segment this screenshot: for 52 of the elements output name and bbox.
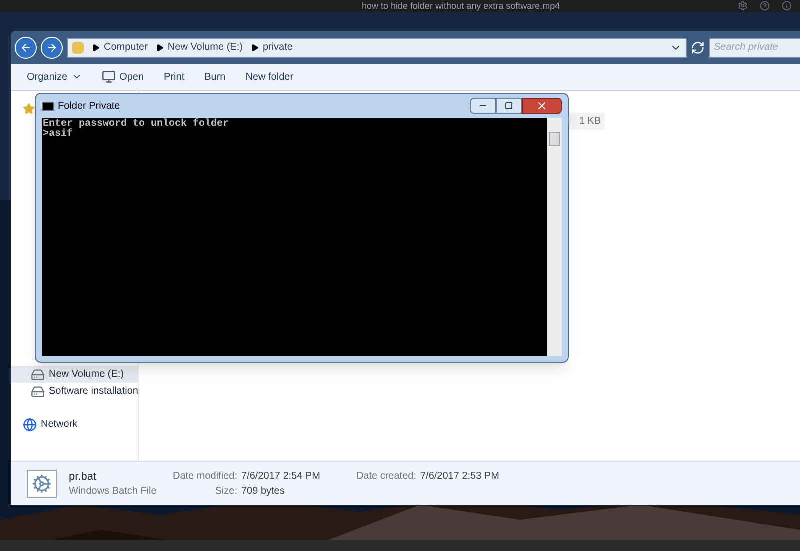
back-button[interactable] <box>15 36 37 58</box>
batch-file-icon <box>27 470 57 498</box>
refresh-icon[interactable] <box>691 40 705 54</box>
settings-icon[interactable] <box>738 1 748 11</box>
chevron-icon <box>156 44 164 52</box>
breadcrumb-item[interactable]: private <box>262 40 293 55</box>
star-icon <box>23 103 35 115</box>
console-line: Enter password to unlock folder <box>43 120 230 130</box>
search-field[interactable]: Search private <box>709 38 800 58</box>
left-arrow-icon <box>20 42 32 54</box>
address-bar[interactable]: Computer New Volume (E:) private <box>67 38 687 58</box>
detail-value: 7/6/2017 2:53 PM <box>420 470 500 484</box>
console-line: >asif <box>43 130 74 140</box>
toolbar-button[interactable]: Open <box>102 70 144 84</box>
file-name: pr.bat <box>69 470 98 485</box>
drive-icon <box>31 368 45 382</box>
detail-value: 7/6/2017 2:54 PM <box>241 470 320 484</box>
video-title: how to hide folder without any extra software.mp4 <box>362 2 560 10</box>
chevron-icon <box>92 44 100 52</box>
forward-button[interactable] <box>41 36 63 58</box>
detail-label: Date modified: <box>173 470 238 484</box>
close-icon <box>536 100 548 112</box>
scroll-thumb[interactable] <box>549 132 560 146</box>
toolbar-button[interactable]: Organize <box>27 70 82 84</box>
toolbar-button[interactable]: New folder <box>246 70 294 84</box>
maximize-icon <box>505 102 513 110</box>
scrollbar[interactable] <box>547 118 562 356</box>
nav-item[interactable]: Software installation <box>11 383 138 400</box>
detail-label: Date created: <box>356 470 416 484</box>
right-arrow-icon <box>46 42 58 54</box>
file-row[interactable]: 1 KB <box>569 113 605 130</box>
detail-label: Size: <box>214 484 238 498</box>
chevron-icon <box>250 44 259 52</box>
maximize-button[interactable] <box>496 98 522 114</box>
detail-value: 709 bytes <box>241 484 286 498</box>
info-icon[interactable] <box>782 1 792 11</box>
nav-item[interactable]: New Volume (E:) <box>11 366 138 383</box>
nav-item[interactable]: Network <box>11 416 138 433</box>
drive-icon <box>31 384 45 398</box>
file-size: 1 KB <box>579 115 601 129</box>
window-title: Folder Private <box>58 100 120 114</box>
toolbar-button[interactable]: Burn <box>204 70 226 84</box>
file-type: Windows Batch File <box>69 485 158 498</box>
breadcrumb-item[interactable]: New Volume (E:) <box>168 40 243 55</box>
close-button[interactable] <box>522 98 562 114</box>
monitor-icon <box>102 70 116 84</box>
help-icon[interactable] <box>760 1 770 11</box>
globe-icon <box>23 418 37 432</box>
folder-icon <box>72 42 84 54</box>
console-icon <box>42 102 54 110</box>
breadcrumb-item[interactable]: Computer <box>104 40 148 55</box>
toolbar-button[interactable]: Print <box>164 70 185 84</box>
